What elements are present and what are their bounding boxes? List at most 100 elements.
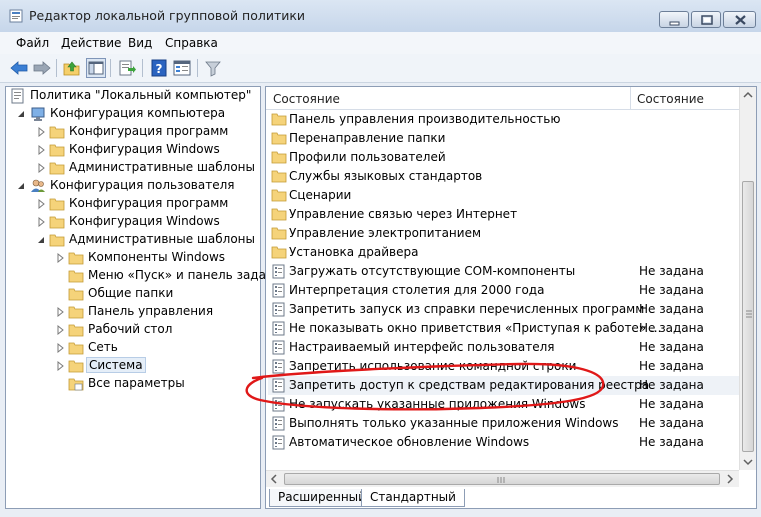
menu-view[interactable]: Вид xyxy=(128,36,152,50)
folder-row[interactable]: Управление электропитанием xyxy=(268,224,739,243)
back-icon[interactable] xyxy=(9,58,29,78)
export-list-icon[interactable] xyxy=(117,58,137,78)
horizontal-scrollbar[interactable] xyxy=(266,470,739,487)
column-divider[interactable] xyxy=(630,87,631,109)
setting-row[interactable]: Не запускать указанные приложения Window… xyxy=(268,395,739,414)
collapsed-arrow-icon[interactable] xyxy=(55,361,65,371)
setting-row[interactable]: Запретить доступ к средствам редактирова… xyxy=(268,376,739,395)
menu-help[interactable]: Справка xyxy=(165,36,218,50)
tree-item-computer-config[interactable]: Конфигурация компьютера xyxy=(8,105,258,123)
properties-icon[interactable] xyxy=(172,58,192,78)
collapsed-arrow-icon[interactable] xyxy=(55,343,65,353)
tree-item-all-settings[interactable]: Все параметры xyxy=(8,375,258,393)
collapsed-arrow-icon[interactable] xyxy=(36,217,46,227)
folder-row[interactable]: Управление связью через Интернет xyxy=(268,205,739,224)
window-title: Редактор локальной групповой политики xyxy=(29,8,306,23)
row-state: Не задана xyxy=(639,359,704,373)
tree-item-start-menu[interactable]: Меню «Пуск» и панель задач xyxy=(8,267,273,285)
help-icon[interactable]: ? xyxy=(149,58,169,78)
scroll-up-icon[interactable] xyxy=(743,91,753,99)
policy-setting-icon xyxy=(272,397,285,412)
tree-item-root[interactable]: Политика "Локальный компьютер" xyxy=(8,87,258,105)
up-folder-icon[interactable] xyxy=(62,58,82,78)
filter-icon[interactable] xyxy=(203,58,223,78)
svg-text:?: ? xyxy=(156,62,163,76)
tree-item-cc-windows[interactable]: Конфигурация Windows xyxy=(8,141,258,159)
column-header-name[interactable]: Состояние xyxy=(273,92,340,106)
policy-setting-icon xyxy=(272,283,285,298)
tree-item-shared-folders[interactable]: Общие папки xyxy=(8,285,258,303)
collapsed-arrow-icon[interactable] xyxy=(55,253,65,263)
folder-row[interactable]: Службы языковых стандартов xyxy=(268,167,739,186)
setting-row[interactable]: Выполнять только указанные приложения Wi… xyxy=(268,414,739,433)
tree-item-uc-admin[interactable]: Административные шаблоны xyxy=(8,231,258,249)
folder-icon xyxy=(271,189,287,202)
vertical-scrollbar[interactable] xyxy=(739,87,756,470)
setting-row[interactable]: Настраиваемый интерфейс пользователя Не з… xyxy=(268,338,739,357)
expanded-arrow-icon[interactable] xyxy=(16,181,26,191)
restore-icon xyxy=(701,15,713,25)
row-name: Настраиваемый интерфейс пользователя xyxy=(289,340,555,354)
tree-item-uc-windows[interactable]: Конфигурация Windows xyxy=(8,213,258,231)
tree-item-user-config[interactable]: Конфигурация пользователя xyxy=(8,177,258,195)
toolbar-separator xyxy=(197,59,198,77)
setting-row[interactable]: Запретить запуск из справки перечисленны… xyxy=(268,300,739,319)
tree-item-uc-programs[interactable]: Конфигурация программ xyxy=(8,195,258,213)
maximize-button[interactable] xyxy=(691,11,721,28)
collapsed-arrow-icon[interactable] xyxy=(55,307,65,317)
expanded-arrow-icon[interactable] xyxy=(36,235,46,245)
scroll-down-icon[interactable] xyxy=(743,458,753,466)
folder-icon xyxy=(271,132,287,145)
collapsed-arrow-icon[interactable] xyxy=(55,325,65,335)
folder-row[interactable]: Перенаправление папки xyxy=(268,129,739,148)
show-hide-tree-button[interactable] xyxy=(86,58,106,78)
policy-setting-icon xyxy=(272,321,285,336)
collapsed-arrow-icon[interactable] xyxy=(36,163,46,173)
folder-row[interactable]: Профили пользователей xyxy=(268,148,739,167)
view-tabs: Расширенный Стандартный xyxy=(266,488,756,508)
forward-icon[interactable] xyxy=(32,58,52,78)
scroll-right-icon[interactable] xyxy=(726,474,734,484)
tree-item-network[interactable]: Сеть xyxy=(8,339,258,357)
tree-item-desktop[interactable]: Рабочий стол xyxy=(8,321,258,339)
tree-label: Конфигурация программ xyxy=(69,124,229,138)
setting-row[interactable]: Запретить использование командной строки… xyxy=(268,357,739,376)
list-header: Состояние Состояние xyxy=(266,87,739,110)
setting-row[interactable]: Автоматическое обновление Windows Не зада… xyxy=(268,433,739,452)
tree-item-cc-programs[interactable]: Конфигурация программ xyxy=(8,123,258,141)
tab-standard[interactable]: Стандартный xyxy=(361,489,465,507)
expanded-arrow-icon[interactable] xyxy=(16,109,26,119)
policy-setting-icon xyxy=(272,264,285,279)
setting-row[interactable]: Не показывать окно приветствия «Приступа… xyxy=(268,319,739,338)
menu-action[interactable]: Действие xyxy=(61,36,121,50)
folder-icon xyxy=(49,216,65,229)
column-header-state[interactable]: Состояние xyxy=(637,92,704,106)
folder-icon xyxy=(271,208,287,221)
row-name: Управление электропитанием xyxy=(289,226,481,240)
vertical-scroll-thumb[interactable] xyxy=(742,181,754,452)
tree-item-control-panel[interactable]: Панель управления xyxy=(8,303,258,321)
menu-file[interactable]: Файл xyxy=(16,36,49,50)
setting-row[interactable]: Загружать отсутствующие COM-компоненты Не… xyxy=(268,262,739,281)
scroll-left-icon[interactable] xyxy=(270,474,278,484)
horizontal-scroll-thumb[interactable] xyxy=(284,473,720,485)
minimize-icon xyxy=(669,21,680,26)
collapsed-arrow-icon[interactable] xyxy=(36,127,46,137)
close-button[interactable] xyxy=(723,11,756,28)
row-name: Запретить использование командной строки xyxy=(289,359,577,373)
tree-item-system[interactable]: Система xyxy=(8,357,258,375)
folder-icon xyxy=(271,170,287,183)
tree-item-win-components[interactable]: Компоненты Windows xyxy=(8,249,258,267)
folder-row[interactable]: Сценарии xyxy=(268,186,739,205)
row-name: Перенаправление папки xyxy=(289,131,446,145)
collapsed-arrow-icon[interactable] xyxy=(36,145,46,155)
folder-row[interactable]: Установка драйвера xyxy=(268,243,739,262)
row-name: Автоматическое обновление Windows xyxy=(289,435,530,449)
collapsed-arrow-icon[interactable] xyxy=(36,199,46,209)
tree-label: Конфигурация программ xyxy=(69,196,229,210)
setting-row[interactable]: Интерпретация столетия для 2000 года Не з… xyxy=(268,281,739,300)
tab-extended[interactable]: Расширенный xyxy=(269,489,375,507)
tree-item-cc-admin[interactable]: Административные шаблоны xyxy=(8,159,258,177)
folder-row[interactable]: Панель управления производительностью xyxy=(268,110,739,129)
minimize-button[interactable] xyxy=(659,11,689,28)
